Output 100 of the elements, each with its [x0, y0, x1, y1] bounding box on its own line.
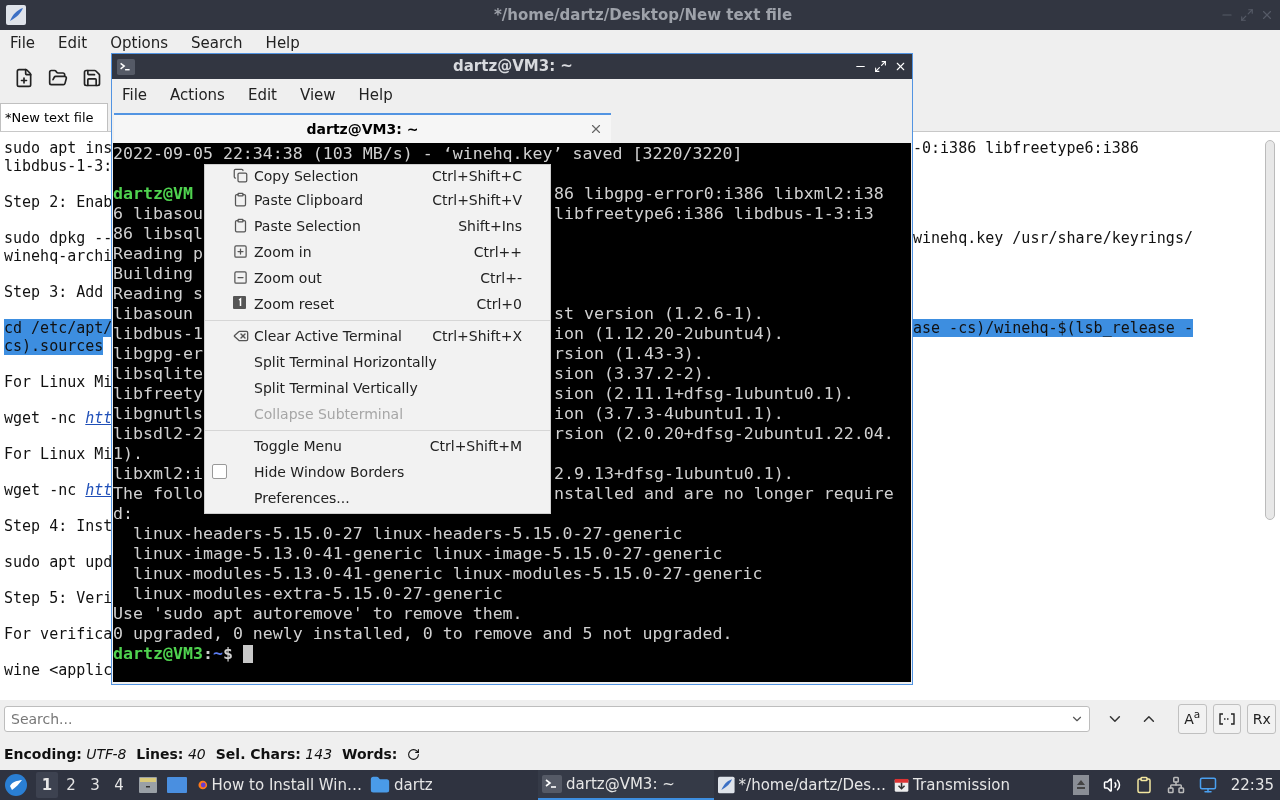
terminal-tab[interactable]: dartz@VM3: ~ [114, 113, 611, 143]
maximize-icon[interactable] [874, 60, 887, 73]
menu-item[interactable]: Help [358, 83, 393, 107]
terminal-line: libxml2:i [113, 464, 203, 483]
text-line: winehq-archi [4, 247, 113, 265]
clipboard-icon[interactable] [1134, 776, 1153, 794]
menu-item[interactable]: File [122, 83, 148, 107]
text-line: wget -nc htt [4, 481, 113, 499]
window-title: */home/dartz/Desktop/New text file [494, 4, 793, 26]
terminal-line: 86 libsql [113, 224, 203, 243]
close-icon[interactable] [894, 60, 907, 73]
terminal-line: 2.9.13+dfsg-1ubuntu0.1). [554, 464, 794, 484]
clear-icon [233, 328, 249, 344]
workspace-button[interactable]: 2 [60, 772, 82, 798]
text-line: Step 4: Inst [4, 517, 113, 535]
start-menu-icon[interactable] [4, 773, 28, 797]
search-option-button[interactable]: Rx [1247, 704, 1277, 734]
paste-icon [233, 218, 248, 233]
zoom-out-icon [233, 270, 248, 285]
menu-item[interactable]: Zoom reset Ctrl+0 [205, 291, 550, 317]
menu-item[interactable]: Copy Selection Ctrl+Shift+C [205, 165, 550, 187]
document-tab[interactable]: *New text file [0, 103, 108, 131]
close-icon[interactable] [589, 122, 603, 136]
new-file-icon[interactable] [14, 68, 34, 88]
menu-item[interactable]: Options [110, 31, 169, 55]
terminal-line: rsion (2.0.20+dfsg-2ubuntu1.22.04. [554, 424, 894, 444]
text-line: sudo apt upd [4, 553, 113, 571]
terminal-icon [542, 774, 562, 794]
zoom-in-icon [233, 244, 248, 259]
save-icon[interactable] [82, 68, 102, 88]
menu-item[interactable]: Split Terminal Vertically [205, 375, 550, 401]
clock[interactable]: 22:35 [1230, 773, 1274, 797]
text-line: For Linux Mi [4, 373, 113, 391]
workspace-button[interactable]: 1 [36, 772, 58, 798]
menu-item[interactable]: Paste Clipboard Ctrl+Shift+V [205, 187, 550, 213]
text-line: libdbus-1-3: [4, 157, 113, 175]
checkbox[interactable] [212, 464, 227, 479]
menu-item[interactable]: Toggle Menu Ctrl+Shift+M [205, 433, 550, 459]
taskbar-task[interactable]: */home/dartz/Des… [714, 770, 890, 800]
menu-item[interactable]: Preferences... [205, 485, 550, 511]
desktop-icon[interactable] [166, 775, 188, 795]
terminal-line: Building [113, 264, 193, 283]
taskbar-task[interactable]: Transmission [890, 770, 1014, 800]
terminal-line: Reading s [113, 284, 203, 303]
menu-item[interactable]: Actions [170, 83, 225, 107]
terminal-line: 0 upgraded, 0 newly installed, 0 to remove and 5 not upgraded. [113, 624, 733, 643]
text-line: sudo apt ins [4, 139, 113, 157]
text-line: For Linux Mi [4, 445, 113, 463]
menu-item[interactable]: Zoom out Ctrl+- [205, 265, 550, 291]
terminal-line: libdbus-1 [113, 324, 203, 343]
scrollbar[interactable] [1265, 140, 1275, 520]
refresh-icon[interactable] [407, 747, 421, 761]
taskbar-task[interactable]: How to Install Win… [194, 770, 366, 800]
menu-item[interactable]: Help [265, 31, 300, 55]
terminal-line: 2022-09-05 22:34:38 (103 MB/s) - ‘winehq.key’ saved [3220/3220] [113, 144, 743, 163]
volume-icon[interactable] [1102, 776, 1121, 794]
status-item: Encoding: UTF-8 [4, 744, 127, 764]
terminal-line: st version (1.2.6-1). [554, 304, 764, 324]
network-icon[interactable] [1166, 776, 1185, 794]
menu-item[interactable]: Edit [247, 83, 277, 107]
terminal-line: libsdl2-2 [113, 424, 203, 443]
taskbar-task[interactable]: dartz@VM3: ~ [538, 770, 714, 800]
text-line: -0:i386 libfreetype6:i386 [913, 139, 1139, 157]
menu-item[interactable]: Search [191, 31, 243, 55]
menu-item[interactable]: Hide Window Borders [205, 459, 550, 485]
menu-item[interactable]: Edit [58, 31, 88, 55]
menu-item[interactable]: Clear Active Terminal Ctrl+Shift+X [205, 323, 550, 349]
terminal-line: Use 'sudo apt autoremove' to remove them. [113, 604, 523, 623]
text-line: Step 5: Veri [4, 589, 113, 607]
file-cabinet-icon[interactable] [138, 775, 158, 795]
terminal-line: libfreetype6:i386 libdbus-1-3:i3 [554, 204, 874, 224]
menu-item[interactable]: Zoom in Ctrl++ [205, 239, 550, 265]
terminal-line: sion (3.37.2-2). [554, 364, 714, 384]
terminal-line: linux-headers-5.15.0-27 linux-headers-5.15.0-27-generic [131, 524, 683, 543]
text-line: wget -nc htt [4, 409, 113, 427]
eject-icon[interactable] [1072, 775, 1089, 795]
terminal-line: linux-modules-5.13.0-41-generic linux-modules-5.15.0-27-generic [131, 564, 763, 583]
workspace-button[interactable]: 4 [108, 772, 130, 798]
terminal-line: Reading p [113, 244, 203, 263]
search-option-button[interactable]: A$^{a}$ [1177, 704, 1207, 734]
whole-word-button[interactable] [1212, 704, 1242, 734]
menu-item[interactable]: View [299, 83, 336, 107]
terminal-line: libgnutls [113, 404, 203, 423]
menu-item[interactable]: File [10, 31, 36, 55]
search-field[interactable]: Search... [4, 706, 1091, 732]
workspace-button[interactable]: 3 [84, 772, 106, 798]
terminal-line: sion (2.11.1+dfsg-1ubuntu0.1). [554, 384, 854, 404]
terminal-line: linux-image-5.13.0-41-generic linux-image-5.15.0-27-generic [131, 544, 723, 563]
menu-item[interactable]: Split Terminal Horizontally [205, 349, 550, 375]
status-item: Words: [342, 744, 398, 764]
link[interactable]: htt [85, 481, 113, 499]
link[interactable]: htt [85, 409, 113, 427]
feather-icon [6, 5, 26, 25]
taskbar-task[interactable]: dartz [366, 770, 538, 800]
terminal-icon [117, 57, 135, 76]
menu-item[interactable]: Paste Selection Shift+Ins [205, 213, 550, 239]
folder-icon[interactable] [48, 68, 68, 88]
terminal-line: libgpg-er [113, 344, 203, 363]
text-line: For verifica [4, 625, 113, 643]
terminal-line: 6 libasou [113, 204, 203, 223]
